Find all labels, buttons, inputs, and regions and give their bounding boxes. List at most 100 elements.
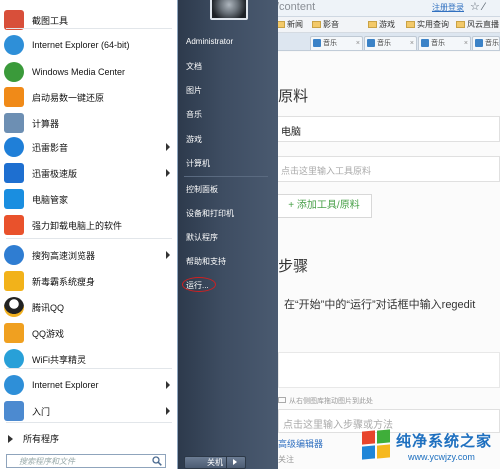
start-search-input[interactable]: 搜索程序和文件 (6, 454, 166, 468)
add-tool-button[interactable]: + 添加工具/原料 (276, 194, 372, 218)
browser-tab[interactable]: 音乐 × (418, 36, 471, 50)
program-item[interactable]: QQ游戏 (4, 320, 174, 346)
xunlei-icon (4, 163, 24, 183)
start-menu-programs-pane: 截图工具 Internet Explorer (64-bit) Windows Me… (0, 0, 178, 469)
program-item[interactable]: Windows Media Center (4, 59, 174, 85)
qq-icon (4, 297, 24, 317)
program-item-label: 电脑管家 (32, 194, 69, 205)
wifi-icon (4, 349, 24, 369)
browser-tab[interactable]: 音乐 × (310, 36, 363, 50)
program-item[interactable]: 计算器 (4, 110, 174, 136)
tool-input[interactable]: 电脑 (276, 116, 500, 142)
folder-icon (368, 21, 377, 28)
divider (6, 28, 172, 29)
image-drop-area[interactable] (278, 352, 500, 388)
divider (184, 176, 268, 177)
browser-tab[interactable]: 音乐 (472, 36, 500, 50)
step-text[interactable]: 在“开始”中的“运行”对话框中输入regedit (284, 296, 475, 312)
program-item-label: Internet Explorer (32, 380, 99, 390)
address-url[interactable]: /content (276, 1, 315, 13)
program-item-label: WiFi共享精灵 (32, 354, 86, 365)
folder-icon (312, 21, 321, 28)
program-item[interactable]: 启动易数一键还原 (4, 84, 174, 110)
search-icon[interactable] (152, 456, 162, 466)
all-programs-button[interactable]: 所有程序 (8, 432, 59, 445)
menu-item-computer[interactable]: 计算机 (186, 158, 210, 169)
close-icon[interactable]: × (410, 37, 414, 50)
menu-item-music[interactable]: 音乐 (186, 109, 202, 120)
login-link[interactable]: 注册登录 (432, 2, 464, 13)
tool-placeholder-input[interactable]: 点击这里输入工具原料 (276, 156, 500, 182)
folder-icon (406, 21, 415, 28)
menu-item-games[interactable]: 游戏 (186, 134, 202, 145)
triangle-right-icon (8, 434, 13, 443)
submenu-arrow-icon (166, 143, 170, 151)
menu-item-pictures[interactable]: 图片 (186, 85, 202, 96)
program-item-label: 强力卸载电脑上的软件 (32, 220, 123, 231)
program-item-label: 腾讯QQ (32, 302, 65, 313)
submenu-arrow-icon (166, 381, 170, 389)
menu-item-default-programs[interactable]: 默认程序 (186, 232, 218, 243)
program-item[interactable]: Internet Explorer (64-bit) (4, 32, 174, 58)
program-item[interactable]: 入门 (4, 398, 174, 424)
scissors-icon (4, 10, 24, 30)
image-icon (278, 397, 286, 403)
bookmark-news[interactable]: 新闻 (276, 19, 303, 31)
browser-tab[interactable]: 音乐 × (364, 36, 417, 50)
xunlei-video-icon (4, 137, 24, 157)
menu-item-documents[interactable]: 文档 (186, 61, 202, 72)
program-item[interactable]: 电脑管家 (4, 186, 174, 212)
submenu-arrow-icon (166, 169, 170, 177)
shutdown-options-arrow-icon[interactable] (226, 456, 244, 469)
close-icon[interactable]: × (356, 37, 360, 50)
folder-icon (456, 21, 465, 28)
program-item-label: Internet Explorer (64-bit) (32, 40, 130, 50)
menu-item-help-support[interactable]: 帮助和支持 (186, 256, 226, 267)
watermark-title: 纯净系统之家 (396, 433, 493, 450)
qq-game-icon (4, 323, 24, 343)
ie-icon (4, 35, 24, 55)
menu-item-control-panel[interactable]: 控制面板 (186, 184, 218, 195)
program-item[interactable]: 新毒霸系统瘦身 (4, 268, 174, 294)
program-item[interactable]: 迅雷极速版 (4, 160, 174, 186)
program-item-label: 搜狗高速浏览器 (32, 250, 96, 261)
program-item-label: 计算器 (32, 118, 60, 129)
submenu-arrow-icon (166, 251, 170, 259)
program-item-label: QQ游戏 (32, 328, 65, 339)
calculator-icon (4, 113, 24, 133)
watermark-url: www.ycwjzy.com (408, 452, 475, 462)
program-item[interactable]: 腾讯QQ (4, 294, 174, 320)
image-tip: 从右侧图库拖动图片到此处 (278, 396, 373, 406)
star-icon[interactable]: ☆ ⁄ (470, 0, 485, 13)
divider (6, 422, 172, 423)
program-item[interactable]: 强力卸载电脑上的软件 (4, 212, 174, 238)
menu-item-devices-printers[interactable]: 设备和打印机 (186, 208, 234, 219)
start-menu-places-pane: Administrator 文档 图片 音乐 游戏 计算机 控制面板 设备和打印… (178, 0, 278, 469)
program-item[interactable]: Internet Explorer (4, 372, 174, 398)
run-highlight-circle (182, 277, 216, 292)
program-item[interactable]: 截图工具 (4, 7, 174, 33)
getting-started-icon (4, 401, 24, 421)
program-item-label: 新毒霸系统瘦身 (32, 276, 96, 287)
program-item-label: 截图工具 (32, 15, 69, 26)
program-item-label: 迅雷极速版 (32, 168, 78, 179)
program-item[interactable]: 搜狗高速浏览器 (4, 242, 174, 268)
close-icon[interactable]: × (464, 37, 468, 50)
tab-icon (367, 39, 375, 47)
tab-icon (313, 39, 321, 47)
user-avatar[interactable] (210, 0, 248, 20)
menu-item-administrator[interactable]: Administrator (186, 37, 233, 46)
sogou-browser-icon (4, 245, 24, 265)
bookmark-games[interactable]: 游戏 (368, 19, 395, 31)
submenu-arrow-icon (166, 407, 170, 415)
bookmark-live[interactable]: 风云直播 (456, 19, 499, 31)
uninstall-icon (4, 215, 24, 235)
bookmark-video[interactable]: 影音 (312, 19, 339, 31)
program-item-label: 启动易数一键还原 (32, 92, 105, 103)
advanced-editor-link[interactable]: 高级编辑器 (278, 437, 323, 450)
program-item[interactable]: 迅雷影音 (4, 134, 174, 160)
follow-text: 关注 (278, 455, 294, 464)
bookmark-tools[interactable]: 实用查询 (406, 19, 449, 31)
pc-manager-icon (4, 189, 24, 209)
duba-icon (4, 271, 24, 291)
